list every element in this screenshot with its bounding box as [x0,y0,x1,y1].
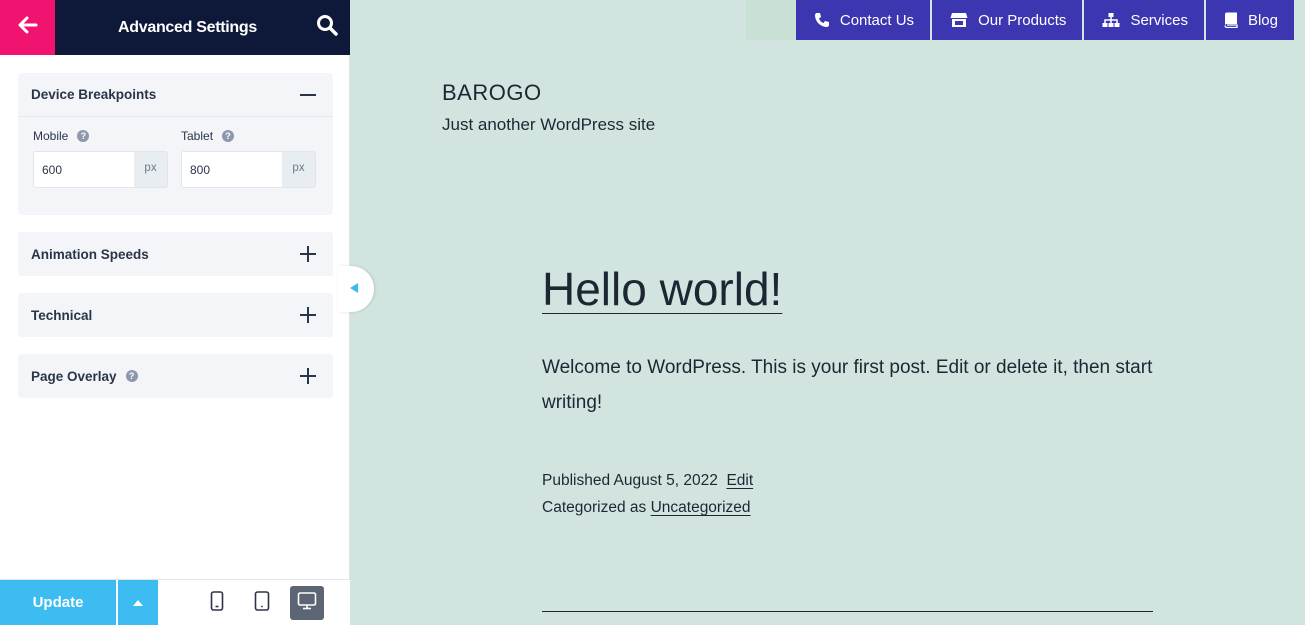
sitemap-icon [1102,12,1120,28]
nav-label: Blog [1247,11,1278,29]
section-header-animation-speeds[interactable]: Animation Speeds [18,232,333,276]
nav-label: Our Products [978,11,1067,29]
phone-icon [814,12,830,28]
sidebar-title: Advanced Settings [118,19,257,36]
unit-label: px [134,152,167,187]
plus-icon [300,368,316,384]
post-date: August 5, 2022 [613,472,718,489]
tablet-input-group: px [181,151,316,188]
breakpoint-fields: Mobile ? px Tablet ? px [18,117,333,215]
nav-item-contact-us[interactable]: Contact Us [795,0,931,40]
nav-item-our-products[interactable]: Our Products [932,0,1083,40]
section-title: Technical [31,307,93,323]
section-header-device-breakpoints[interactable]: Device Breakpoints [18,73,333,117]
plus-icon [300,246,316,262]
site-tagline: Just another WordPress site [442,115,656,134]
minus-icon [300,87,316,103]
edit-post-link[interactable]: Edit [726,472,753,489]
tablet-breakpoint-field: Tablet ? px [181,129,316,188]
tablet-preview-button[interactable] [245,586,279,620]
settings-panel: Device Breakpoints Mobile ? px Tab [18,73,333,415]
help-icon[interactable]: ? [125,370,138,382]
store-icon [950,12,968,28]
section-device-breakpoints: Device Breakpoints Mobile ? px Tab [18,73,333,215]
post-divider [542,611,1153,612]
section-page-overlay: Page Overlay ? [18,354,333,398]
field-label: Mobile ? [33,129,168,143]
unit-label: px [282,152,315,187]
nav-item-services[interactable]: Services [1084,0,1204,40]
desktop-preview-button[interactable] [290,586,324,620]
post-published-meta: Published August 5, 2022 Edit [542,472,753,490]
mobile-breakpoint-input[interactable] [34,152,134,187]
sidebar-header: Advanced Settings [0,0,350,55]
section-title: Device Breakpoints [31,87,157,102]
section-technical: Technical [18,293,333,337]
nav-item-blog[interactable]: Blog [1205,0,1294,40]
update-button[interactable]: Update [0,580,116,625]
tablet-breakpoint-input[interactable] [182,152,282,187]
nav-label: Contact Us [839,11,915,29]
help-icon[interactable]: ? [77,130,90,142]
settings-sidebar: Advanced Settings Device Breakpoints Mob… [0,0,350,625]
section-header-page-overlay[interactable]: Page Overlay ? [18,354,333,398]
mobile-input-group: px [33,151,168,188]
categorized-prefix: Categorized as [542,499,647,516]
section-title-wrap: Page Overlay ? [31,369,138,384]
post-content: Welcome to WordPress. This is your first… [542,357,1153,413]
update-options-button[interactable] [118,580,158,625]
post-category-meta: Categorized as Uncategorized [542,499,751,517]
category-link[interactable]: Uncategorized [651,499,751,516]
nav-label: Services [1130,11,1188,29]
section-title: Page Overlay [31,368,117,384]
plus-icon [300,307,316,323]
caret-left-icon [350,280,358,298]
search-button[interactable] [312,12,342,42]
help-icon[interactable]: ? [222,130,235,142]
collapse-sidebar-button[interactable] [338,266,374,312]
published-prefix: Published [542,472,611,489]
mobile-preview-button[interactable] [200,586,234,620]
post-title-link[interactable]: Hello world! [542,262,782,316]
site-navigation: Contact Us Our Products Services Blog [795,0,1294,40]
tablet-label: Tablet [181,129,214,143]
section-title: Animation Speeds [31,246,149,262]
desktop-icon [297,591,317,615]
section-animation-speeds: Animation Speeds [18,232,333,276]
site-title[interactable]: BAROGO [442,80,542,106]
mobile-label: Mobile [33,129,69,143]
field-label: Tablet ? [181,129,316,143]
mobile-icon [210,590,224,616]
sidebar-footer: Update [0,579,350,625]
section-header-technical[interactable]: Technical [18,293,333,337]
tablet-icon [254,590,270,616]
arrow-left-icon [18,16,38,39]
search-icon [316,14,338,41]
back-button[interactable] [0,0,55,55]
nav-background-strip [746,0,798,40]
mobile-breakpoint-field: Mobile ? px [33,129,168,188]
caret-up-icon [132,594,144,612]
book-icon [1224,12,1238,28]
